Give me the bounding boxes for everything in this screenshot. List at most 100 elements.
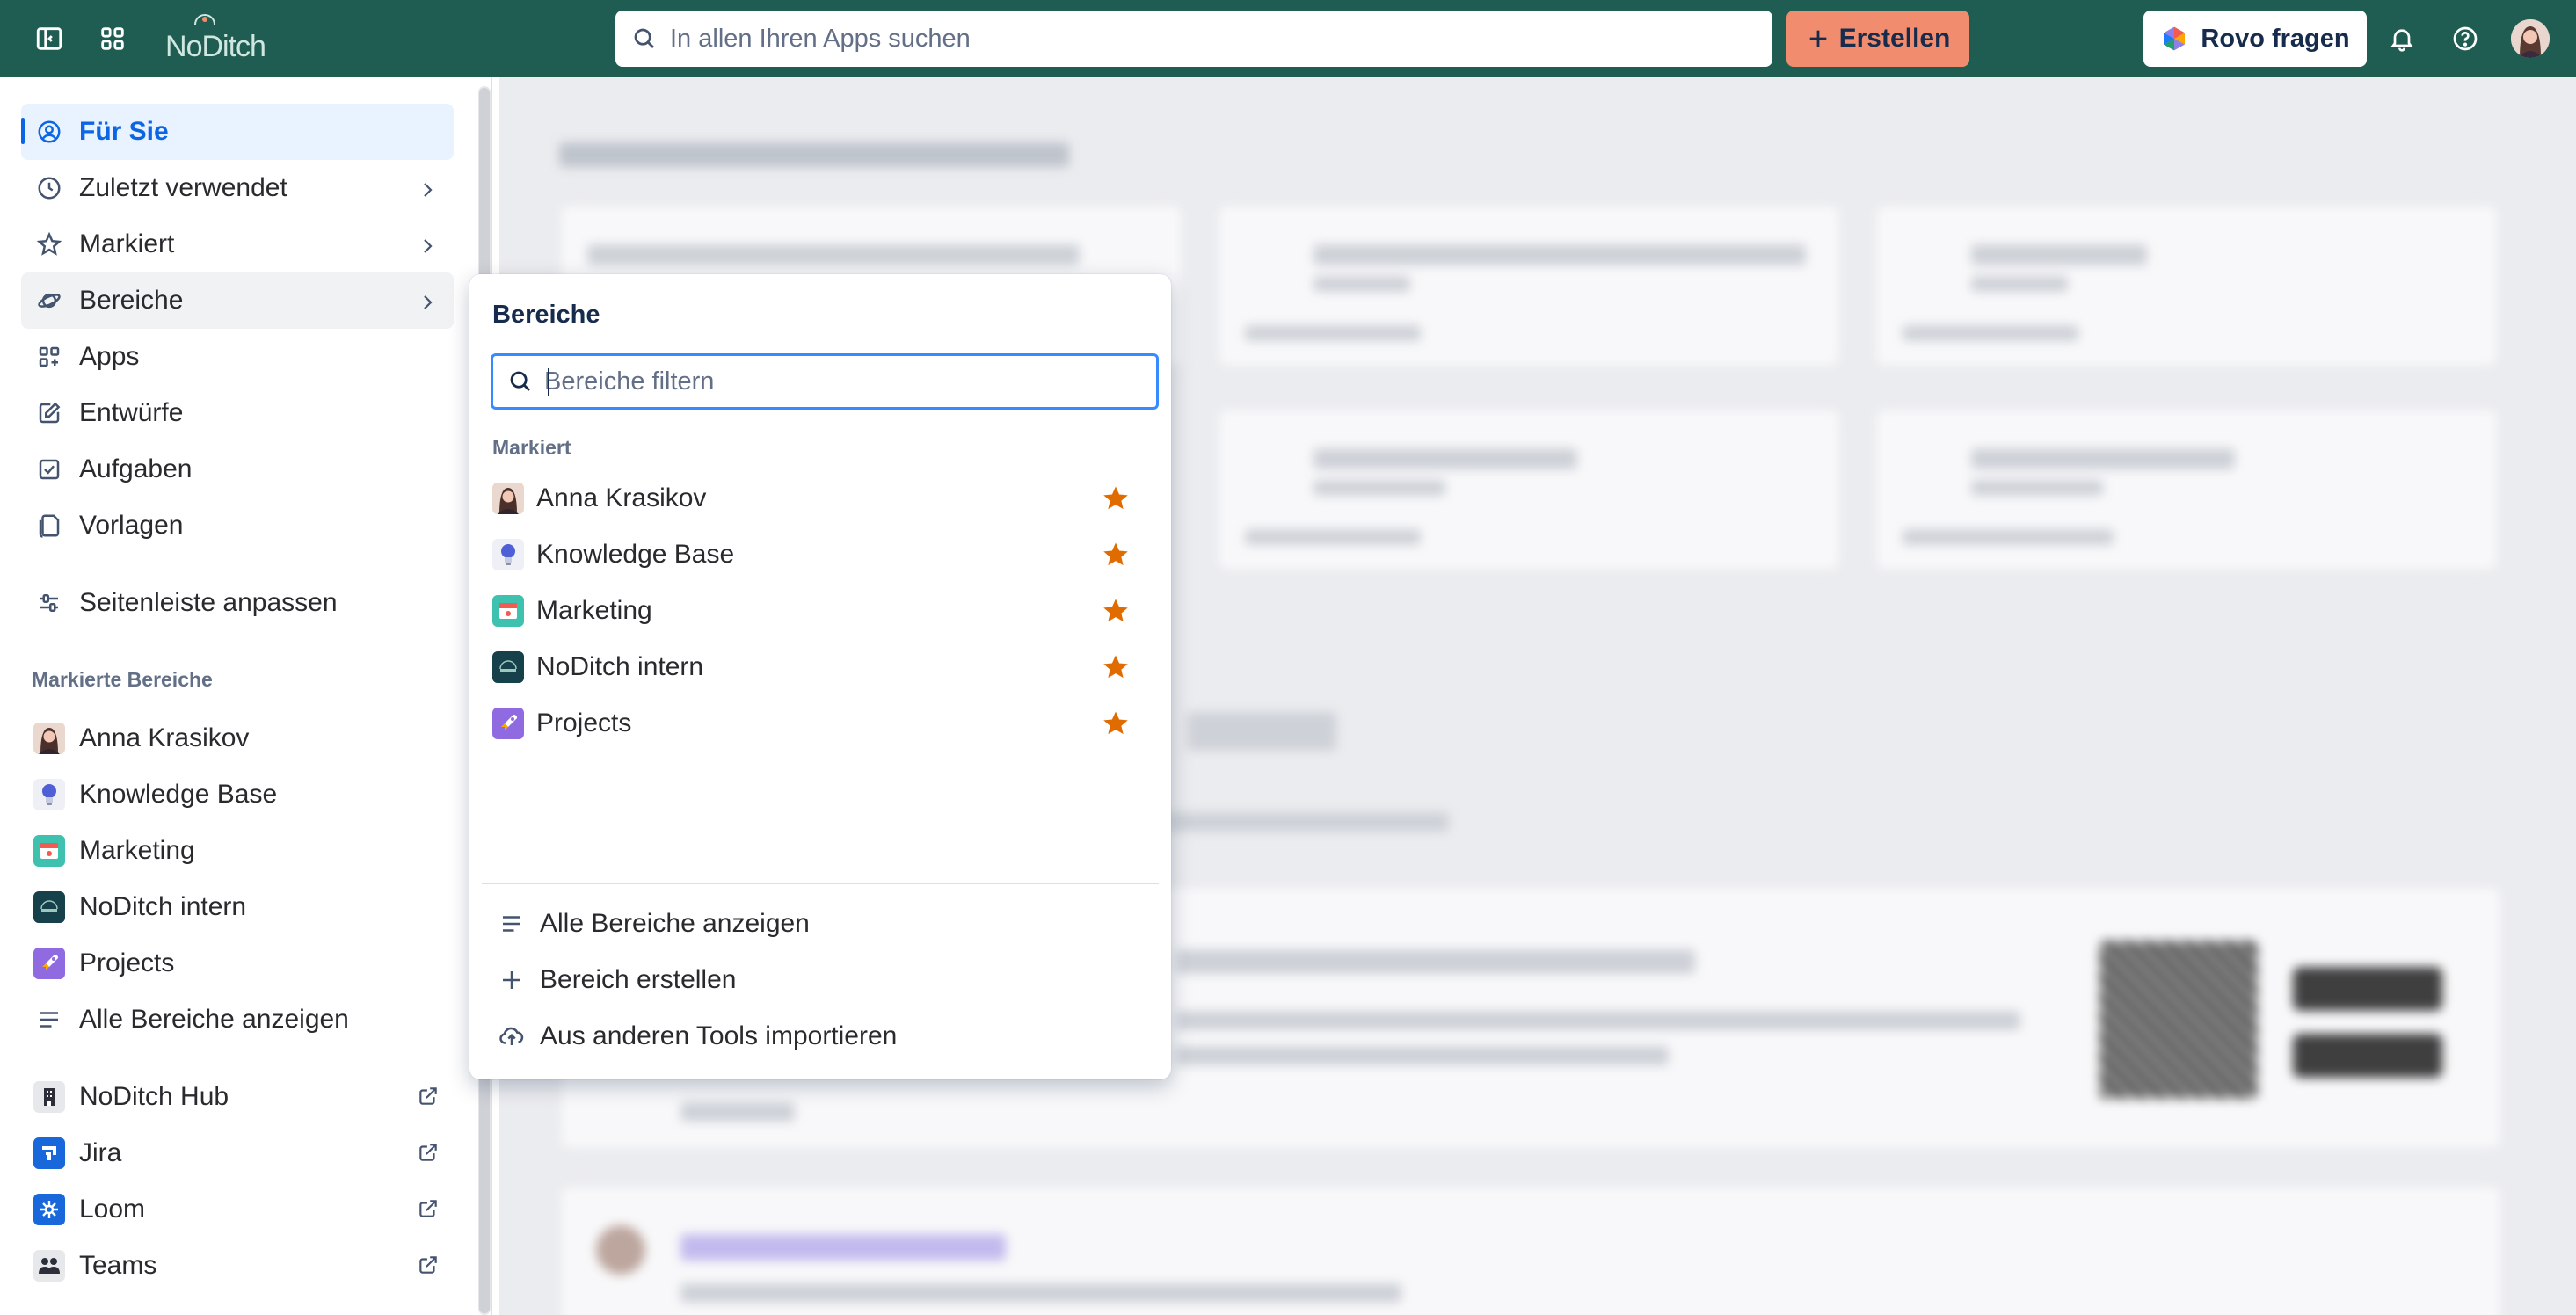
panel-space-anna-krasikov[interactable]: Anna Krasikov bbox=[491, 471, 1150, 526]
sidebar-space-knowledge-base[interactable]: Knowledge Base bbox=[21, 766, 454, 823]
app-switcher-button[interactable] bbox=[95, 21, 130, 56]
panel-space-knowledge-base[interactable]: Knowledge Base bbox=[491, 527, 1150, 582]
sidebar-item-label: Entwürfe bbox=[79, 398, 184, 427]
chevron-right-icon bbox=[417, 234, 438, 264]
panel-space-label: Projects bbox=[536, 708, 632, 737]
sidebar-space-projects[interactable]: Projects bbox=[21, 935, 454, 992]
sidebar-item-label: NoDitch Hub bbox=[79, 1082, 229, 1111]
lightbulb-icon bbox=[33, 779, 65, 810]
sidebar-item-label: Apps bbox=[79, 342, 140, 371]
rovo-icon bbox=[2164, 26, 2186, 51]
template-icon bbox=[33, 510, 65, 541]
sidebar-space-anna-krasikov[interactable]: Anna Krasikov bbox=[21, 710, 454, 766]
help-button[interactable] bbox=[2448, 21, 2483, 56]
plus-icon bbox=[1809, 30, 1826, 47]
sidebar-item-bereiche[interactable]: Bereiche bbox=[21, 272, 454, 329]
star-icon bbox=[33, 229, 65, 260]
blurred-text bbox=[1168, 812, 1449, 832]
panel-space-marketing[interactable]: Marketing bbox=[491, 584, 1150, 638]
logo-mark-icon bbox=[194, 14, 215, 25]
panel-action-label: Aus anderen Tools importieren bbox=[540, 1021, 898, 1050]
sidebar-toggle-button[interactable] bbox=[32, 21, 67, 56]
top-navigation-bar: NoDitch Erstellen Rovo fragen bbox=[0, 0, 2576, 77]
star-filled-icon[interactable] bbox=[1101, 652, 1131, 689]
customize-sidebar-button[interactable]: Seitenleiste anpassen bbox=[21, 575, 454, 631]
sidebar-space-noditch-intern[interactable]: NoDitch intern bbox=[21, 879, 454, 935]
lightbulb-icon bbox=[492, 539, 524, 570]
calendar-icon bbox=[492, 595, 524, 627]
sidebar-item-label: Aufgaben bbox=[79, 454, 193, 483]
spaces-filter-input[interactable] bbox=[544, 367, 1124, 396]
sidebar-item-vorlagen[interactable]: Vorlagen bbox=[21, 498, 454, 554]
sidebar-app-teams[interactable]: Teams bbox=[21, 1238, 454, 1294]
noditch-logo-icon bbox=[492, 651, 524, 683]
panel-space-label: Marketing bbox=[536, 596, 652, 625]
noditch-logo-icon bbox=[33, 891, 65, 923]
panel-space-noditch-intern[interactable]: NoDitch intern bbox=[491, 640, 1150, 694]
sidebar-toggle-icon bbox=[36, 27, 62, 50]
panel-title: Bereiche bbox=[492, 301, 600, 329]
panel-space-label: Knowledge Base bbox=[536, 540, 735, 569]
edit-icon bbox=[33, 397, 65, 429]
help-icon bbox=[2453, 26, 2478, 51]
sidebar-all-spaces[interactable]: Alle Bereiche anzeigen bbox=[21, 992, 454, 1048]
blurred-chip bbox=[1187, 712, 1336, 751]
global-search-input[interactable] bbox=[670, 24, 1725, 54]
sidebar-item-label: Projects bbox=[79, 948, 175, 977]
chevron-right-icon bbox=[417, 290, 438, 320]
sidebar-app-noditch-hub[interactable]: NoDitch Hub bbox=[21, 1069, 454, 1125]
starred-spaces-heading: Markierte Bereiche bbox=[32, 668, 213, 691]
blurred-card bbox=[1874, 408, 2499, 571]
sidebar-item-label: Alle Bereiche anzeigen bbox=[79, 1005, 349, 1034]
search-icon bbox=[510, 371, 530, 391]
star-filled-icon[interactable] bbox=[1101, 540, 1131, 577]
global-search[interactable] bbox=[615, 11, 1772, 67]
clock-icon bbox=[33, 172, 65, 204]
sidebar-item-markiert[interactable]: Markiert bbox=[21, 216, 454, 272]
sidebar-space-marketing[interactable]: Marketing bbox=[21, 823, 454, 879]
grid-icon bbox=[101, 27, 124, 50]
profile-avatar[interactable] bbox=[2511, 19, 2550, 58]
jira-icon bbox=[33, 1137, 65, 1169]
active-indicator bbox=[21, 118, 25, 144]
blurred-feed-card bbox=[559, 1185, 2502, 1315]
plus-icon bbox=[496, 964, 528, 996]
star-filled-icon[interactable] bbox=[1101, 483, 1131, 520]
rovo-button[interactable]: Rovo fragen bbox=[2143, 11, 2367, 67]
sidebar-item-label: Loom bbox=[79, 1195, 146, 1224]
chevron-right-icon bbox=[417, 178, 438, 207]
notifications-button[interactable] bbox=[2384, 21, 2420, 56]
create-space-button[interactable]: Bereich erstellen bbox=[491, 953, 1150, 1007]
sidebar-item-label: Jira bbox=[79, 1138, 122, 1167]
cloud-upload-icon bbox=[496, 1021, 528, 1052]
sidebar-item-entwuerfe[interactable]: Entwürfe bbox=[21, 385, 454, 441]
panel-action-label: Bereich erstellen bbox=[540, 965, 737, 994]
sidebar-item-aufgaben[interactable]: Aufgaben bbox=[21, 441, 454, 498]
sidebar-app-loom[interactable]: Loom bbox=[21, 1181, 454, 1238]
panel-space-projects[interactable]: Projects bbox=[491, 696, 1150, 751]
user-circle-icon bbox=[33, 116, 65, 148]
checkbox-icon bbox=[33, 454, 65, 485]
external-link-icon bbox=[417, 1085, 440, 1115]
logo[interactable]: NoDitch bbox=[158, 12, 273, 65]
sidebar-app-jira[interactable]: Jira bbox=[21, 1125, 454, 1181]
blurred-card bbox=[1874, 204, 2499, 367]
logo-text: NoDitch bbox=[165, 29, 266, 63]
create-button[interactable]: Erstellen bbox=[1786, 11, 1969, 67]
sidebar-item-zuletzt-verwendet[interactable]: Zuletzt verwendet bbox=[21, 160, 454, 216]
import-from-tools-button[interactable]: Aus anderen Tools importieren bbox=[491, 1009, 1150, 1064]
star-filled-icon[interactable] bbox=[1101, 596, 1131, 633]
avatar bbox=[33, 723, 65, 754]
sidebar-item-apps[interactable]: Apps bbox=[21, 329, 454, 385]
star-filled-icon[interactable] bbox=[1101, 708, 1131, 745]
list-icon bbox=[33, 1004, 65, 1035]
sidebar-item-label: Teams bbox=[79, 1251, 157, 1280]
sidebar-item-label: NoDitch intern bbox=[79, 892, 247, 921]
rocket-icon bbox=[33, 948, 65, 979]
spaces-filter[interactable] bbox=[491, 353, 1159, 410]
sidebar-item-fuer-sie[interactable]: Für Sie bbox=[21, 104, 454, 160]
sliders-icon bbox=[33, 587, 65, 619]
rovo-button-label: Rovo fragen bbox=[2201, 24, 2350, 53]
view-all-spaces-button[interactable]: Alle Bereiche anzeigen bbox=[491, 897, 1150, 951]
panel-starred-label: Markiert bbox=[492, 436, 571, 459]
